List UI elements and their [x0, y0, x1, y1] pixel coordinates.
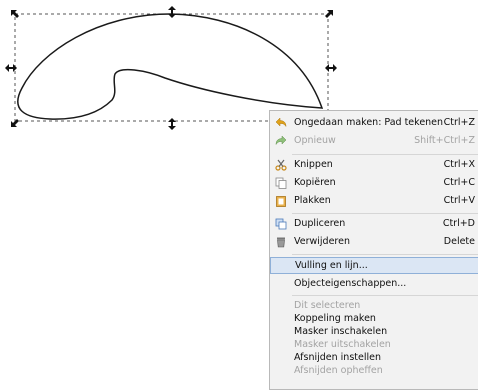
menu-item-shortcut: Ctrl+V — [443, 195, 475, 206]
context-menu: Ongedaan maken: Pad tekenen Ctrl+Z Opnie… — [269, 110, 478, 390]
menu-item-shortcut: Shift+Ctrl+Z — [414, 135, 475, 146]
trash-icon — [275, 236, 287, 248]
menu-item-shortcut: Ctrl+D — [442, 218, 475, 229]
scale-handle-bottom-left[interactable] — [9, 117, 21, 129]
menu-separator — [292, 254, 478, 255]
copy-icon — [275, 177, 287, 189]
scale-handle-left[interactable] — [5, 62, 17, 74]
redo-icon — [275, 134, 287, 147]
menu-separator — [292, 213, 478, 214]
selection-bounding-box — [14, 13, 329, 122]
undo-icon — [275, 116, 287, 129]
scale-handle-bottom[interactable] — [166, 118, 178, 130]
paste-icon — [275, 195, 287, 207]
menu-separator — [292, 295, 478, 296]
menu-item-label: Afsnijden opheffen — [294, 365, 383, 376]
menu-item-shortcut: Delete — [443, 236, 475, 247]
menu-item-undo[interactable]: Ongedaan maken: Pad tekenen Ctrl+Z — [270, 114, 478, 131]
menu-item-cut[interactable]: Knippen Ctrl+X — [270, 156, 478, 173]
menu-item-paste[interactable]: Plakken Ctrl+V — [270, 192, 478, 209]
scale-handle-top[interactable] — [166, 6, 178, 18]
drawn-path[interactable] — [17, 13, 324, 120]
menu-item-redo[interactable]: Opnieuw Shift+Ctrl+Z — [270, 132, 478, 149]
menu-separator — [292, 154, 478, 155]
scale-handle-right[interactable] — [325, 62, 337, 74]
menu-item-object-properties[interactable]: Objecteigenschappen... — [270, 275, 478, 292]
menu-item-label: Vulling en lijn... — [295, 260, 368, 271]
menu-item-fill-and-stroke[interactable]: Vulling en lijn... — [270, 257, 478, 274]
menu-item-copy[interactable]: Kopiëren Ctrl+C — [270, 174, 478, 191]
menu-item-shortcut: Ctrl+X — [443, 159, 475, 170]
menu-item-label: Objecteigenschappen... — [294, 278, 407, 289]
scissors-icon — [275, 159, 287, 171]
menu-item-duplicate[interactable]: Dupliceren Ctrl+D — [270, 215, 478, 232]
scale-handle-top-left[interactable] — [9, 8, 21, 20]
scale-handle-top-right[interactable] — [323, 8, 335, 20]
duplicate-icon — [275, 218, 287, 230]
menu-item-shortcut: Ctrl+C — [443, 177, 476, 188]
menu-item-shortcut: Ctrl+Z — [443, 117, 475, 128]
menu-item-release-clip[interactable]: Afsnijden opheffen — [270, 362, 478, 379]
menu-item-delete[interactable]: Verwijderen Delete — [270, 233, 478, 250]
